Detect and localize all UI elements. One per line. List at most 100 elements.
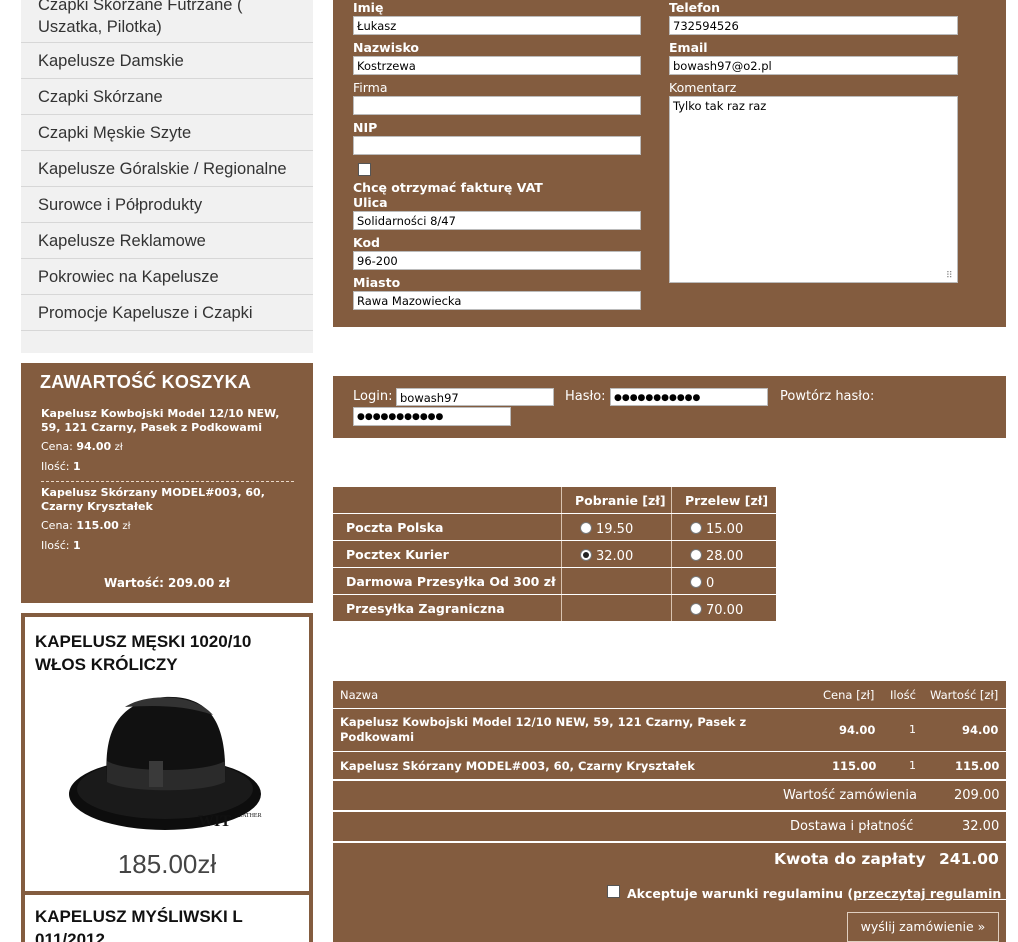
street-label: Ulica [353, 195, 388, 210]
order-item-name: Kapelusz Skórzany MODEL#003, 60, Czarny … [340, 759, 695, 773]
category-promocje[interactable]: Promocje Kapelusze i Czapki [21, 295, 313, 331]
cart-item: Kapelusz Kowbojski Model 12/10 NEW, 59, … [41, 407, 296, 475]
cart-item-qty: 1 [73, 460, 81, 473]
category-menu: Czapki Skórzane Futrzane ( Uszatka, Pilo… [21, 0, 313, 353]
transfer-price: 70.00 [706, 603, 744, 618]
submit-order-button[interactable]: wyślij zamówienie » [847, 912, 999, 942]
category-kapelusze-damskie[interactable]: Kapelusze Damskie [21, 43, 313, 79]
total-value: 241.00 [939, 850, 999, 868]
transfer-radio[interactable] [690, 603, 702, 615]
transfer-header: Przelew [zł] [685, 493, 769, 508]
city-field[interactable]: Rawa Mazowiecka [353, 291, 641, 310]
product-card[interactable]: KAPELUSZ MĘSKI 1020/10 WŁOS KRÓLICZY WIT… [25, 617, 309, 891]
category-czapki-futrzane[interactable]: Czapki Skórzane Futrzane ( Uszatka, Pilo… [21, 0, 313, 43]
repeat-password-field[interactable]: ●●●●●●●●●●● [353, 407, 511, 426]
last-name-field[interactable]: Kostrzewa [353, 56, 641, 75]
password-label: Hasło: [565, 389, 606, 404]
repeat-password-label: Powtórz hasło: [780, 389, 875, 404]
col-price-header: Cena [zł] [823, 688, 875, 702]
currency: zł [114, 442, 123, 453]
vat-label: Chcę otrzymać fakturę VAT [353, 180, 543, 195]
product-title[interactable]: KAPELUSZ MYŚLIWSKI L 011/2012 [35, 905, 243, 942]
transfer-price: 0 [706, 576, 715, 591]
brand-logo: WIT LEATHER [198, 813, 262, 830]
cod-radio-selected[interactable] [580, 549, 592, 561]
order-header-row: Nazwa Cena [zł] Ilość Wartość [zł] [333, 681, 1006, 708]
delivery-label: Dostawa i płatność [790, 819, 914, 834]
transfer-radio[interactable] [690, 549, 702, 561]
cart-item-name[interactable]: Kapelusz Kowbojski Model 12/10 NEW, 59, … [41, 407, 296, 435]
category-kapelusze-goralskie[interactable]: Kapelusze Góralskie / Regionalne [21, 151, 313, 187]
vat-checkbox[interactable] [358, 163, 371, 176]
cart-item-price: 94.00 [76, 440, 112, 453]
category-pokrowiec[interactable]: Pokrowiec na Kapelusze [21, 259, 313, 295]
terms-checkbox[interactable] [607, 885, 620, 898]
comment-label: Komentarz [669, 80, 737, 95]
comment-textarea[interactable]: Tylko tak raz raz [669, 96, 958, 283]
delivery-value: 32.00 [962, 819, 1000, 834]
email-field[interactable]: bowash97@o2.pl [669, 56, 958, 75]
qty-label: Ilość: [41, 539, 70, 552]
category-czapki-skorzane[interactable]: Czapki Skórzane [21, 79, 313, 115]
first-name-field[interactable]: Łukasz [353, 16, 641, 35]
category-label: Kapelusze Damskie [38, 52, 184, 70]
shipping-header-row: Pobranie [zł] Przelew [zł] [333, 487, 776, 513]
shipping-row: Darmowa Przesyłka Od 300 zł 0 [333, 568, 776, 594]
transfer-radio[interactable] [690, 522, 702, 534]
street-field[interactable]: Solidarności 8/47 [353, 211, 641, 230]
postcode-label: Kod [353, 235, 381, 250]
cart-item-qty-line: Ilość: 1 [41, 538, 296, 554]
cart-item: Kapelusz Skórzany MODEL#003, 60, Czarny … [41, 486, 296, 554]
cod-radio[interactable] [580, 522, 592, 534]
phone-label: Telefon [669, 0, 721, 15]
password-field[interactable]: ●●●●●●●●●●● [610, 388, 768, 406]
divider [41, 481, 294, 482]
col-value-header: Wartość [zł] [930, 688, 999, 702]
category-label: Kapelusze Reklamowe [38, 232, 206, 250]
category-label: Promocje Kapelusze i Czapki [38, 304, 253, 322]
postcode-field[interactable]: 96-200 [353, 251, 641, 270]
order-row: Kapelusz Skórzany MODEL#003, 60, Czarny … [333, 752, 1006, 779]
login-field[interactable]: bowash97 [396, 388, 554, 406]
col-qty-header: Ilość [890, 688, 916, 702]
shipping-row: Poczta Polska 19.50 15.00 [333, 514, 776, 540]
category-label: Czapki Skórzane [38, 88, 163, 106]
login-label: Login: [353, 389, 393, 404]
category-label: Czapki Skórzane Futrzane ( [38, 0, 243, 14]
category-surowce[interactable]: Surowce i Półprodukty [21, 187, 313, 223]
price-label: Cena: [41, 519, 73, 532]
product-card[interactable]: KAPELUSZ MYŚLIWSKI L 011/2012 [25, 895, 309, 942]
category-czapki-meskie[interactable]: Czapki Męskie Szyte [21, 115, 313, 151]
last-name-label: Nazwisko [353, 40, 420, 55]
cart-item-price-line: Cena: 115.00 zł [41, 518, 296, 535]
terms-label: Akceptuje warunki regulaminu ( [627, 886, 854, 901]
nip-field[interactable] [353, 136, 641, 155]
resize-handle-icon[interactable]: ⠿ [946, 271, 953, 281]
col-name-header: Nazwa [340, 688, 379, 702]
cart-title: ZAWARTOŚĆ KOSZYKA [40, 372, 252, 392]
category-label: Uszatka, Pilotka) [38, 18, 162, 36]
order-value: 209.00 [954, 788, 1000, 803]
product-title[interactable]: KAPELUSZ MĘSKI 1020/10 WŁOS KRÓLICZY [35, 630, 251, 676]
order-item-qty: 1 [909, 759, 916, 772]
product-title-line: KAPELUSZ MYŚLIWSKI L [35, 907, 243, 926]
shipping-method-name: Poczta Polska [346, 520, 444, 535]
company-label: Firma [353, 80, 388, 95]
category-kapelusze-reklamowe[interactable]: Kapelusze Reklamowe [21, 223, 313, 259]
shipping-row: Przesyłka Zagraniczna 70.00 [333, 595, 776, 621]
transfer-radio[interactable] [690, 576, 702, 588]
cart-item-name[interactable]: Kapelusz Skórzany MODEL#003, 60, Czarny … [41, 486, 296, 514]
terms-link[interactable]: przeczytaj regulamin » [853, 886, 1014, 901]
category-label: Czapki Męskie Szyte [38, 124, 192, 142]
company-field[interactable] [353, 96, 641, 115]
cod-price: 19.50 [596, 522, 634, 537]
cart-item-qty: 1 [73, 539, 81, 552]
order-item-price: 94.00 [839, 723, 876, 737]
nip-label: NIP [353, 120, 378, 135]
order-item-name: Kapelusz Kowbojski Model 12/10 NEW, 59, … [340, 715, 747, 744]
order-item-qty: 1 [909, 723, 916, 736]
phone-field[interactable]: 732594526 [669, 16, 958, 35]
order-row: Kapelusz Kowbojski Model 12/10 NEW, 59, … [333, 709, 1006, 751]
cod-price: 32.00 [596, 549, 634, 564]
terms-text: Akceptuje warunki regulaminu (przeczytaj… [627, 886, 1018, 901]
